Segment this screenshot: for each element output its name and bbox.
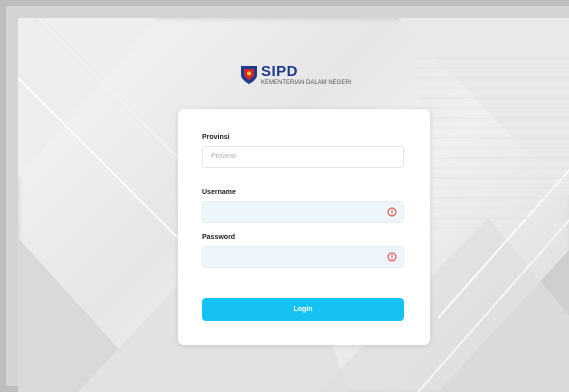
sipd-logo: SIPD KEMENTERIAN DALAM NEGERI (240, 64, 351, 86)
logo-title: SIPD (261, 63, 299, 80)
password-input[interactable] (202, 246, 404, 268)
sipd-shield-icon (241, 66, 257, 84)
username-input[interactable] (202, 201, 404, 223)
provinsi-select[interactable]: Provinsi (202, 146, 404, 168)
username-label: Username (202, 189, 236, 196)
password-label: Password (202, 234, 236, 241)
error-circle-icon (387, 207, 397, 217)
provinsi-label: Provinsi (202, 134, 230, 141)
logo-subtitle: KEMENTERIAN DALAM NEGERI (261, 80, 352, 86)
login-card: Provinsi Provinsi Username Password Logi… (178, 109, 430, 345)
provinsi-placeholder: Provinsi (211, 153, 236, 160)
window-frame: SIPD KEMENTERIAN DALAM NEGERI Provinsi P… (6, 6, 569, 392)
error-circle-icon (387, 252, 397, 262)
login-screen: SIPD KEMENTERIAN DALAM NEGERI Provinsi P… (18, 18, 569, 392)
login-button[interactable]: Login (202, 298, 404, 321)
